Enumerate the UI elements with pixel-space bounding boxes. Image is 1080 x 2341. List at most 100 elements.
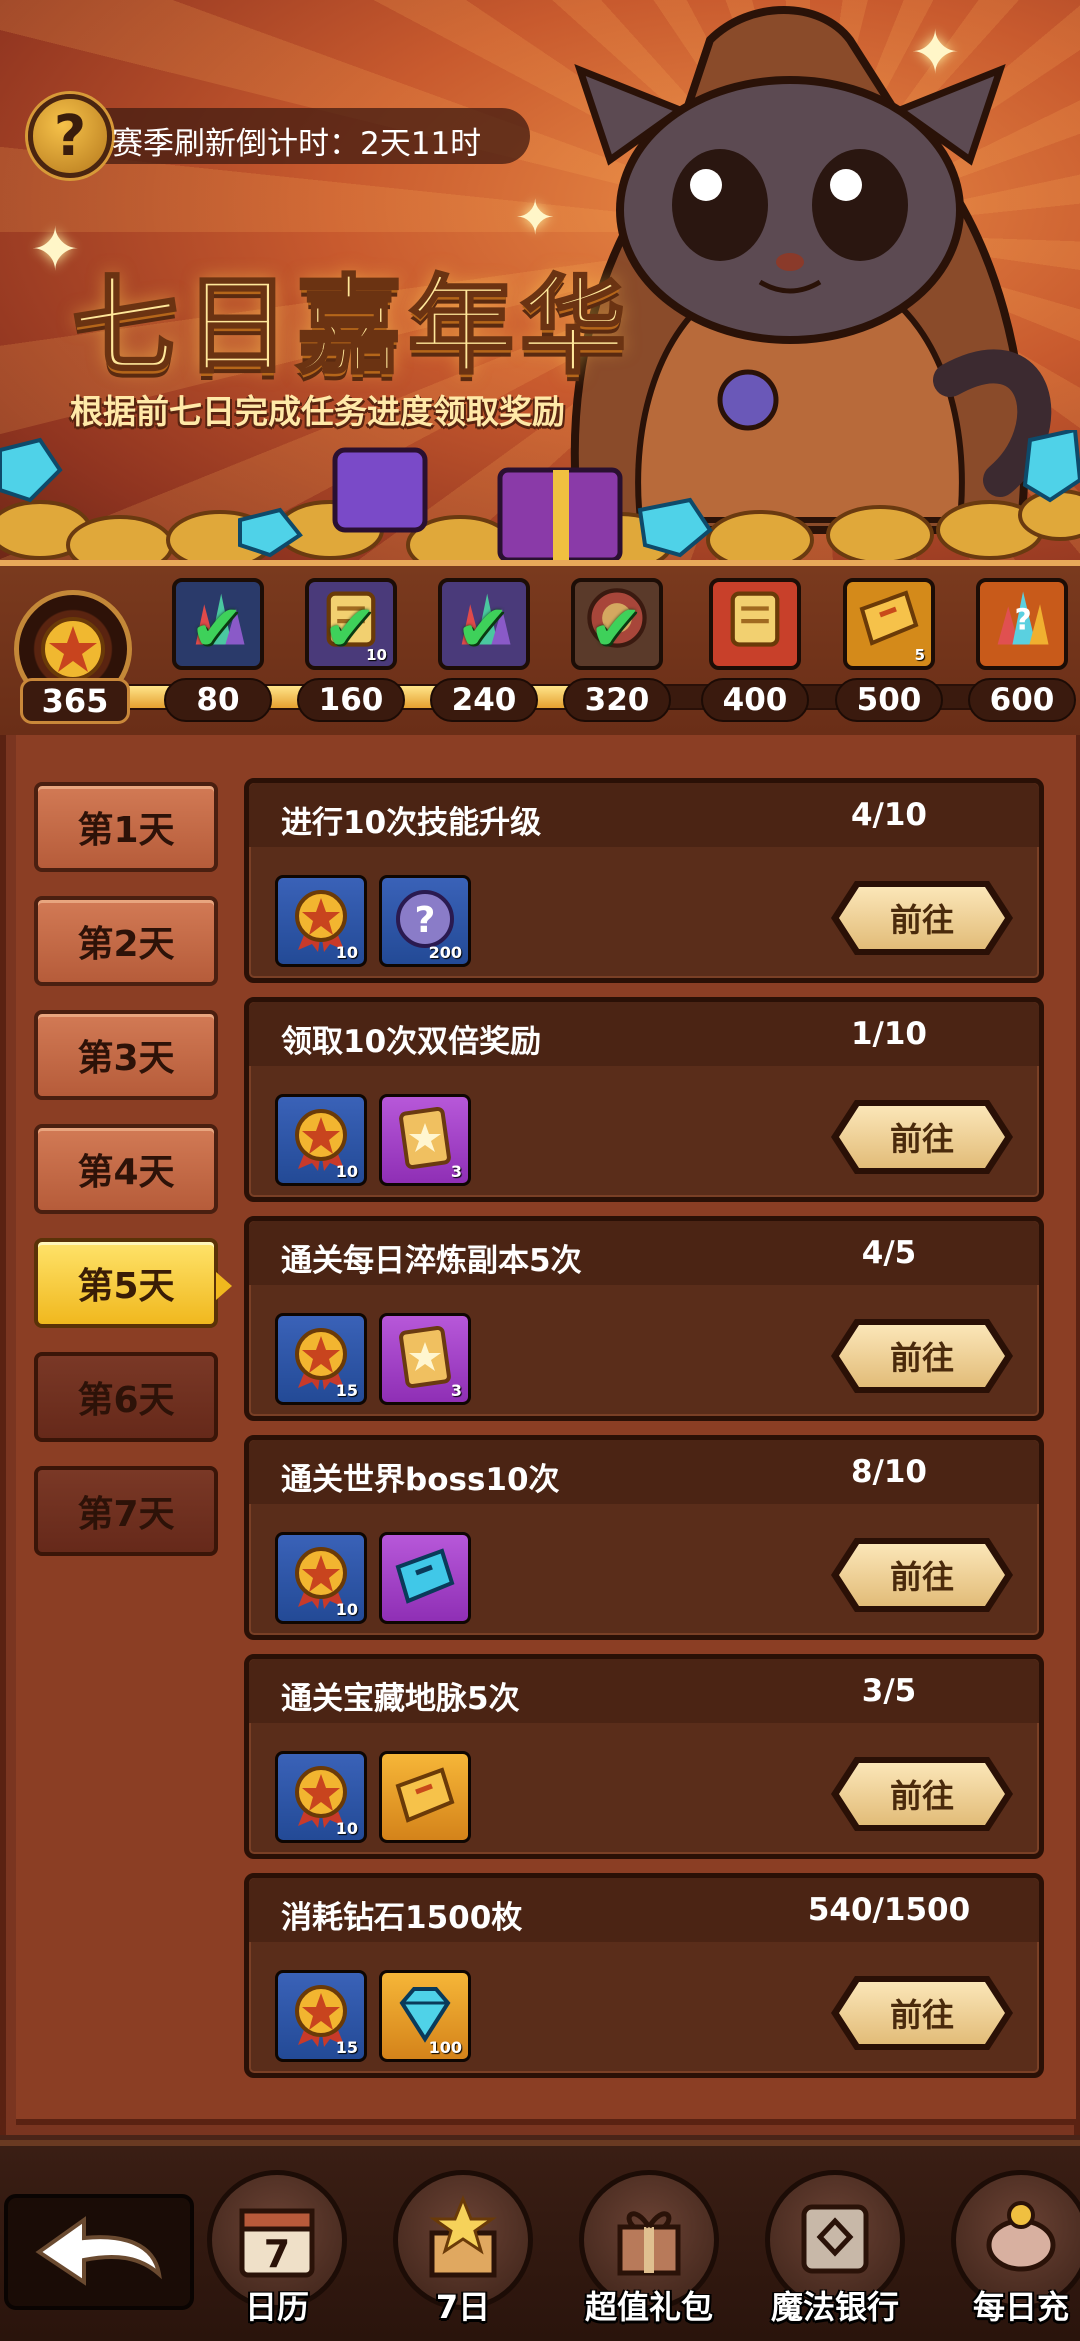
task-card: 通关宝藏地脉5次 3/5 10 前往 (244, 1654, 1044, 1859)
reward-item[interactable]: 10 (275, 1094, 367, 1186)
gift-icon (604, 2193, 694, 2287)
check-icon: ✔ (456, 592, 510, 666)
back-arrow-icon (35, 2216, 162, 2286)
task-card: 领取10次双倍奖励 1/10 10 3 前往 (244, 997, 1044, 1202)
milestone-icon-box[interactable]: ✔ (172, 578, 264, 670)
go-button-label: 前往 (889, 1996, 954, 2034)
nav-label: 日历 (244, 2288, 309, 2326)
reward-item[interactable]: ? 200 (379, 875, 471, 967)
star-medal-icon (41, 617, 105, 681)
day-tab-7[interactable]: 第7天 (34, 1466, 218, 1556)
milestone-reward[interactable]: 5 500 (835, 578, 943, 722)
ticket-icon (856, 585, 922, 663)
reward-item[interactable]: 15 (275, 1313, 367, 1405)
sparkle-icon: ✦ (515, 190, 556, 246)
star-card-icon (392, 1105, 458, 1175)
milestone-qty: 10 (366, 646, 387, 664)
milestone-icon-box[interactable]: 5 (843, 578, 935, 670)
season-countdown: 赛季刷新倒计时：2天11时 (112, 126, 482, 162)
question-mark-icon: ? (53, 103, 87, 169)
nav-item-gift[interactable]: 超值礼包 (574, 2170, 724, 2341)
task-card: 进行10次技能升级 4/10 10 ? 200 前往 (244, 778, 1044, 983)
task-title: 通关每日淬炼副本5次 (281, 1243, 582, 1279)
reward-qty: 3 (450, 1381, 462, 1400)
task-card: 通关每日淬炼副本5次 4/5 15 3 前往 (244, 1216, 1044, 1421)
milestone-reward[interactable]: ✔ 80 (164, 578, 272, 722)
milestone-reward[interactable]: 400 (701, 578, 809, 722)
nav-item-calendar[interactable]: 7 日历 (202, 2170, 352, 2341)
page-subtitle: 根据前七日完成任务进度领取奖励 (70, 392, 565, 431)
milestone-reward[interactable]: ✔ 10 160 (297, 578, 405, 722)
task-card: 消耗钻石1500枚 540/1500 15 100 前往 (244, 1873, 1044, 2078)
star-box-icon (418, 2193, 508, 2287)
reward-item[interactable]: 10 (275, 875, 367, 967)
gold-ticket-icon (392, 1762, 458, 1832)
milestone-reward[interactable]: ✔ 320 (563, 578, 671, 722)
reward-qty: 10 (335, 1600, 358, 1619)
day-tab-1[interactable]: 第1天 (34, 782, 218, 872)
reward-item[interactable]: 3 (379, 1094, 471, 1186)
milestone-threshold: 400 (701, 678, 809, 722)
milestone-reward[interactable]: ✔ 240 (430, 578, 538, 722)
reward-qty: 15 (335, 2038, 358, 2057)
go-button[interactable]: 前往 (827, 1534, 1017, 1616)
nav-label: 每日充 (972, 2288, 1069, 2326)
reward-qty: 10 (335, 1162, 358, 1181)
milestone-threshold: 500 (835, 678, 943, 722)
back-button[interactable] (4, 2194, 194, 2310)
milestone-threshold: 160 (297, 678, 405, 722)
reward-qty: 10 (335, 943, 358, 962)
task-title: 进行10次技能升级 (281, 805, 542, 841)
milestone-icon-box[interactable] (709, 578, 801, 670)
go-button[interactable]: 前往 (827, 1315, 1017, 1397)
check-icon: ✔ (190, 592, 244, 666)
reward-item[interactable]: 100 (379, 1970, 471, 2062)
blue-ticket-icon (392, 1543, 458, 1613)
task-progress: 4/5 (861, 1235, 917, 1271)
reward-item[interactable]: 10 (275, 1532, 367, 1624)
reward-item[interactable]: 10 (275, 1751, 367, 1843)
day-tab-2[interactable]: 第2天 (34, 896, 218, 986)
milestone-icon-box[interactable]: ? (976, 578, 1068, 670)
reward-qty: 3 (450, 1162, 462, 1181)
day-tab-4[interactable]: 第4天 (34, 1124, 218, 1214)
day-tab-3[interactable]: 第3天 (34, 1010, 218, 1100)
hero-banner: ✦ ✦ ✦ ? 赛季刷新倒计时：2天11时 七日嘉年华 根据前七日完成任务进度领… (0, 0, 1080, 580)
task-header: 领取10次双倍奖励 1/10 (249, 1002, 1039, 1066)
go-button[interactable]: 前往 (827, 1972, 1017, 2054)
milestone-reward[interactable]: ? 600 (968, 578, 1076, 722)
reward-item[interactable]: 15 (275, 1970, 367, 2062)
help-button[interactable]: ? (28, 94, 112, 178)
nav-item-piggy-bank[interactable]: 每日充 (946, 2170, 1080, 2341)
milestone-threshold: 600 (968, 678, 1076, 722)
reward-item[interactable] (379, 1532, 471, 1624)
task-title: 通关世界boss10次 (281, 1462, 560, 1498)
milestone-icon-box[interactable]: ✔ (571, 578, 663, 670)
task-title: 消耗钻石1500枚 (281, 1900, 523, 1936)
go-button[interactable]: 前往 (827, 1753, 1017, 1835)
task-header: 进行10次技能升级 4/10 (249, 783, 1039, 847)
milestone-icon-box[interactable]: ✔ (438, 578, 530, 670)
day-tab-6[interactable]: 第6天 (34, 1352, 218, 1442)
reward-item[interactable]: 3 (379, 1313, 471, 1405)
day-tab-5[interactable]: 第5天 (34, 1238, 232, 1328)
check-icon: ✔ (589, 592, 643, 666)
nav-item-star-box[interactable]: 7日 (388, 2170, 538, 2341)
scroll-icon (720, 583, 790, 665)
milestone-icon-box[interactable]: ✔ 10 (305, 578, 397, 670)
go-button-label: 前往 (889, 1120, 954, 1158)
sparkle-icon: ✦ (910, 18, 961, 88)
svg-text:?: ? (1014, 603, 1031, 638)
go-button-label: 前往 (889, 1339, 954, 1377)
go-button[interactable]: 前往 (827, 1096, 1017, 1178)
reward-item[interactable] (379, 1751, 471, 1843)
go-button[interactable]: 前往 (827, 877, 1017, 959)
task-progress: 3/5 (861, 1673, 917, 1709)
piggy-bank-icon (976, 2193, 1066, 2287)
nav-label: 7日 (435, 2288, 491, 2326)
mystery-crystal-icon: ? (987, 583, 1057, 665)
task-progress: 4/10 (850, 797, 928, 833)
nav-label: 超值礼包 (584, 2288, 713, 2326)
nav-item-safe[interactable]: 魔法银行 (760, 2170, 910, 2341)
task-card: 通关世界boss10次 8/10 10 前往 (244, 1435, 1044, 1640)
